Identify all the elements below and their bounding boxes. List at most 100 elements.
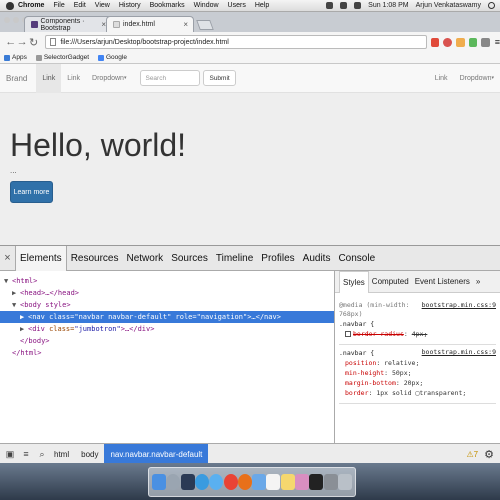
navbar-submit-button[interactable]: Submit — [203, 70, 236, 86]
navbar-dropdown-right[interactable]: Dropdown — [454, 64, 500, 93]
system-preferences-icon[interactable] — [323, 474, 338, 490]
firefox-icon[interactable] — [237, 474, 252, 490]
bookmark-selectorgadget[interactable]: SelectorGadget — [35, 54, 89, 61]
dom-node-div[interactable]: ▶ <div class="jumbotron">…</div> — [0, 323, 334, 335]
bookmark-apps[interactable]: Apps — [4, 54, 27, 61]
tab-index-html[interactable]: index.html × — [106, 16, 194, 32]
close-window-icon[interactable] — [4, 17, 10, 23]
css-value[interactable]: 1px solid ▢transparent; — [376, 389, 466, 397]
status-icon[interactable] — [326, 2, 334, 9]
menu-edit[interactable]: Edit — [74, 2, 86, 9]
rule-selector[interactable]: .navbar { — [339, 319, 496, 329]
battery-icon[interactable] — [354, 2, 362, 9]
navbar-search-input[interactable]: Search — [140, 70, 201, 86]
tab-elements[interactable]: Elements — [15, 245, 67, 271]
learn-more-button[interactable]: Learn more — [10, 181, 53, 203]
menu-users[interactable]: Users — [228, 2, 246, 9]
tab-computed[interactable]: Computed — [369, 271, 412, 293]
dom-node-html[interactable]: ▼ <html> — [0, 275, 334, 287]
address-bar[interactable]: file:///Users/arjun/Desktop/bootstrap-pr… — [45, 35, 427, 49]
style-declaration[interactable]: border-radius: 4px; — [339, 329, 496, 339]
inspect-icon[interactable]: ⌕ — [36, 448, 48, 460]
style-declaration[interactable]: min-height: 50px; — [339, 368, 496, 378]
menu-app-name[interactable]: Chrome — [18, 2, 44, 9]
console-drawer-icon[interactable]: ≡ — [20, 448, 32, 460]
photos-icon[interactable] — [294, 474, 309, 490]
rule-source-link[interactable]: bootstrap.min.css:9 — [422, 301, 496, 309]
menubar-clock[interactable]: Sun 1:08 PM — [368, 2, 408, 9]
wifi-icon[interactable] — [340, 2, 348, 9]
dom-node-body-close[interactable]: </body> — [0, 335, 334, 347]
address-url[interactable]: file:///Users/arjun/Desktop/bootstrap-pr… — [60, 39, 228, 46]
style-declaration[interactable]: margin-bottom: 20px; — [339, 378, 496, 388]
navbar-link-active[interactable]: Link — [36, 63, 62, 93]
navbar-brand[interactable]: Brand — [6, 74, 27, 83]
expand-triangle-icon[interactable]: ▶ — [12, 287, 20, 299]
close-devtools-icon[interactable]: × — [0, 252, 15, 264]
tab-components-bootstrap[interactable]: Components · Bootstrap × — [24, 16, 112, 32]
menu-bookmarks[interactable]: Bookmarks — [150, 2, 185, 9]
tab-timeline[interactable]: Timeline — [212, 246, 257, 271]
expand-triangle-icon[interactable]: ▶ — [20, 323, 28, 335]
tab-profiles[interactable]: Profiles — [257, 246, 298, 271]
spotlight-icon[interactable] — [488, 2, 495, 9]
css-value[interactable]: relative; — [384, 359, 419, 367]
navbar-link[interactable]: Link — [61, 64, 86, 93]
expand-triangle-icon[interactable]: ▶ — [20, 311, 28, 323]
gear-icon[interactable]: ⚙ — [484, 448, 494, 461]
tab-console[interactable]: Console — [334, 246, 379, 271]
declaration-checkbox[interactable] — [345, 331, 351, 337]
css-property[interactable]: min-height — [345, 369, 384, 377]
collapse-triangle-icon[interactable]: ▼ — [4, 275, 12, 287]
extension-icon[interactable] — [456, 37, 465, 47]
calendar-icon[interactable] — [266, 474, 281, 490]
menu-history[interactable]: History — [119, 2, 141, 9]
dom-node-body[interactable]: ▼ <body style> — [0, 299, 334, 311]
new-tab-button[interactable] — [196, 20, 214, 30]
tab-styles[interactable]: Styles — [339, 270, 369, 293]
menu-window[interactable]: Window — [194, 2, 219, 9]
mail-icon[interactable] — [252, 474, 267, 490]
extension-icon[interactable] — [443, 37, 452, 47]
notes-icon[interactable] — [280, 474, 295, 490]
tab-event-listeners[interactable]: Event Listeners — [412, 271, 473, 293]
launchpad-icon[interactable] — [166, 474, 181, 490]
extension-icon[interactable] — [468, 37, 478, 47]
bookmark-google[interactable]: Google — [98, 54, 127, 61]
tab-network[interactable]: Network — [123, 246, 168, 271]
app-store-icon[interactable] — [194, 474, 209, 490]
chrome-menu-icon[interactable]: ≡ — [495, 37, 500, 47]
css-value[interactable]: 20px; — [404, 379, 424, 387]
style-declaration[interactable]: position: relative; — [339, 358, 496, 368]
chrome-icon[interactable] — [223, 474, 238, 490]
dom-node-head[interactable]: ▶ <head>…</head> — [0, 287, 334, 299]
dock-icon[interactable]: ▣ — [4, 448, 16, 460]
css-value[interactable]: 50px; — [392, 369, 412, 377]
collapse-triangle-icon[interactable]: ▼ — [12, 299, 20, 311]
trash-icon[interactable] — [337, 474, 352, 490]
breadcrumb-html[interactable]: html — [48, 444, 75, 465]
navbar-dropdown[interactable]: Dropdown — [86, 64, 132, 93]
css-property[interactable]: margin-bottom — [345, 379, 396, 387]
close-tab-icon[interactable]: × — [183, 20, 188, 29]
mission-control-icon[interactable] — [180, 474, 195, 490]
menu-help[interactable]: Help — [255, 2, 269, 9]
apple-icon[interactable] — [6, 1, 14, 10]
style-declaration[interactable]: border: 1px solid ▢transparent; — [339, 388, 496, 398]
safari-icon[interactable] — [209, 474, 224, 490]
reload-icon[interactable]: ↻ — [28, 36, 39, 49]
menu-view[interactable]: View — [95, 2, 110, 9]
extension-icon[interactable] — [430, 37, 440, 47]
forward-icon[interactable]: → — [16, 36, 28, 48]
css-property[interactable]: position — [345, 359, 376, 367]
warning-count[interactable]: ⚠7 — [467, 450, 479, 459]
dom-node-html-close[interactable]: </html> — [0, 347, 334, 359]
tab-audits[interactable]: Audits — [299, 246, 335, 271]
rule-source-link[interactable]: bootstrap.min.css:9 — [422, 348, 496, 356]
back-icon[interactable]: ← — [5, 36, 16, 48]
menu-file[interactable]: File — [53, 2, 64, 9]
css-property[interactable]: border-radius — [353, 330, 404, 338]
breadcrumb-nav[interactable]: nav.navbar.navbar-default — [104, 443, 209, 465]
navbar-link-right[interactable]: Link — [429, 64, 454, 93]
minimize-window-icon[interactable] — [13, 17, 19, 23]
